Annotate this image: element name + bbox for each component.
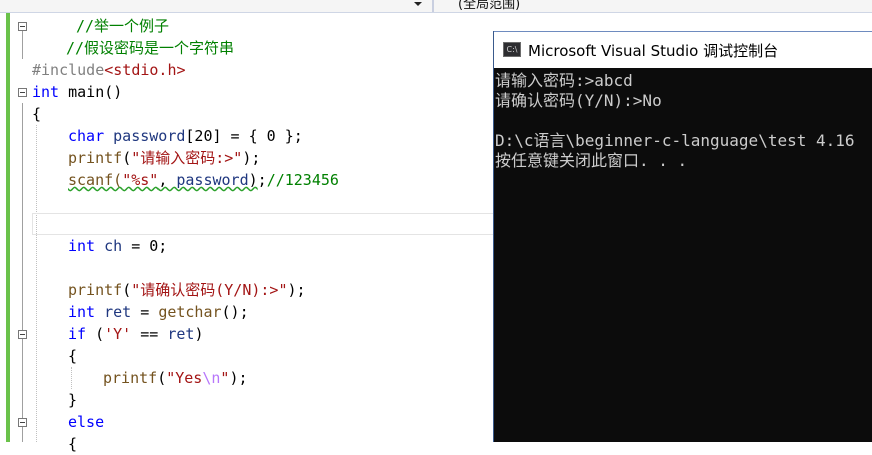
code-token: getchar (158, 303, 222, 321)
code-token: ) (248, 171, 258, 189)
code-line[interactable]: { (32, 103, 41, 125)
code-line[interactable]: { (68, 433, 77, 455)
code-token: else (68, 413, 105, 431)
console-line: 按任意键关闭此窗口. . . (495, 151, 688, 170)
code-line[interactable]: //举一个例子 (76, 15, 169, 37)
current-line-highlight (32, 213, 502, 235)
code-line[interactable]: } (68, 389, 77, 411)
code-line[interactable]: char password[20] = { 0 }; (68, 125, 303, 147)
code-token: } (68, 391, 78, 409)
code-line[interactable]: int ret = getchar(); (68, 301, 249, 323)
debug-console-window[interactable]: C:\ Microsoft Visual Studio 调试控制台 请输入密码:… (493, 31, 872, 442)
code-line[interactable]: printf("请输入密码:>"); (68, 147, 260, 169)
fold-guide (22, 27, 23, 59)
fold-toggle-comment-icon[interactable] (18, 22, 27, 31)
code-line[interactable]: { (68, 345, 77, 367)
code-token: ( (122, 281, 132, 299)
indent-guide (71, 367, 72, 389)
code-token: int (68, 237, 96, 255)
code-token: , (158, 171, 177, 189)
fold-toggle-if-icon[interactable] (18, 330, 27, 339)
code-token: ( (122, 149, 132, 167)
console-line: 请输入密码:>abcd (495, 71, 633, 90)
code-token: scanf( (68, 171, 123, 189)
code-token: char (68, 127, 105, 145)
code-line[interactable]: int main() (32, 81, 122, 103)
code-token: \n (202, 369, 221, 387)
code-token: [20] = { 0 }; (185, 127, 303, 145)
code-token: 'Y' (104, 325, 132, 343)
scope-selector[interactable]: (全局范围) (458, 0, 520, 12)
code-token: ch (104, 237, 123, 255)
console-title: Microsoft Visual Studio 调试控制台 (528, 42, 779, 60)
code-token: ; (257, 171, 267, 189)
console-titlebar[interactable]: C:\ Microsoft Visual Studio 调试控制台 (494, 31, 872, 68)
code-token: //123456 (266, 171, 339, 189)
code-token: = (131, 303, 159, 321)
code-token: == (131, 325, 168, 343)
code-token: ) (194, 325, 204, 343)
code-line[interactable]: if ('Y' == ret) (68, 323, 203, 345)
code-line[interactable]: else (68, 411, 104, 433)
toolbar: (全局范围) (0, 0, 872, 13)
code-token: main() (59, 83, 123, 101)
code-token: "%s" (122, 171, 159, 189)
indent-guide (36, 125, 37, 442)
code-token: if (68, 325, 87, 343)
console-app-icon: C:\ (503, 42, 521, 57)
code-line[interactable]: printf("请确认密码(Y/N):>"); (68, 279, 306, 301)
code-token: int (32, 83, 60, 101)
code-token: { (68, 435, 78, 453)
code-token: "请确认密码(Y/N):>" (131, 281, 288, 299)
code-token: ret (104, 303, 132, 321)
code-token: int (68, 303, 96, 321)
code-token: //举一个例子 (76, 17, 170, 35)
code-token: <stdio.h> (104, 61, 186, 79)
toolbar-divider (432, 0, 434, 12)
code-token: ); (229, 369, 248, 387)
code-token: password (176, 171, 249, 189)
code-token: (); (221, 303, 249, 321)
console-line: D:\c语言\beginner-c-language\test 4.16 (495, 131, 855, 150)
code-token: { (32, 105, 42, 123)
code-token: ( (86, 325, 105, 343)
code-token: printf (103, 369, 158, 387)
code-line[interactable]: //假设密码是一个字符串 (66, 37, 234, 59)
fold-guide (22, 103, 23, 442)
fold-toggle-main-icon[interactable] (18, 88, 27, 97)
console-line: 请确认密码(Y/N):>No (495, 91, 662, 110)
code-token: ); (287, 281, 306, 299)
code-line[interactable]: int ch = 0; (68, 235, 167, 257)
code-token: "请输入密码:>" (131, 149, 243, 167)
code-token: = 0; (122, 237, 168, 255)
change-indicator-bar (6, 13, 10, 442)
code-token: ( (157, 369, 167, 387)
code-token: "Yes (166, 369, 203, 387)
code-token: { (68, 347, 78, 365)
code-token: ret (167, 325, 195, 343)
code-line[interactable]: printf("Yes\n"); (103, 367, 248, 389)
code-token: ); (242, 149, 261, 167)
code-token: #include (32, 61, 105, 79)
code-token: //假设密码是一个字符串 (66, 39, 235, 57)
code-token: printf (68, 149, 123, 167)
code-line[interactable]: scanf("%s", password);//123456 (68, 169, 339, 191)
code-token: printf (68, 281, 123, 299)
chevron-down-icon[interactable] (410, 0, 424, 11)
console-output: 请输入密码:>abcd 请确认密码(Y/N):>No D:\c语言\beginner… (494, 69, 872, 442)
code-line[interactable]: #include<stdio.h> (32, 59, 186, 81)
code-token: password (113, 127, 186, 145)
fold-toggle-else-icon[interactable] (18, 418, 27, 427)
